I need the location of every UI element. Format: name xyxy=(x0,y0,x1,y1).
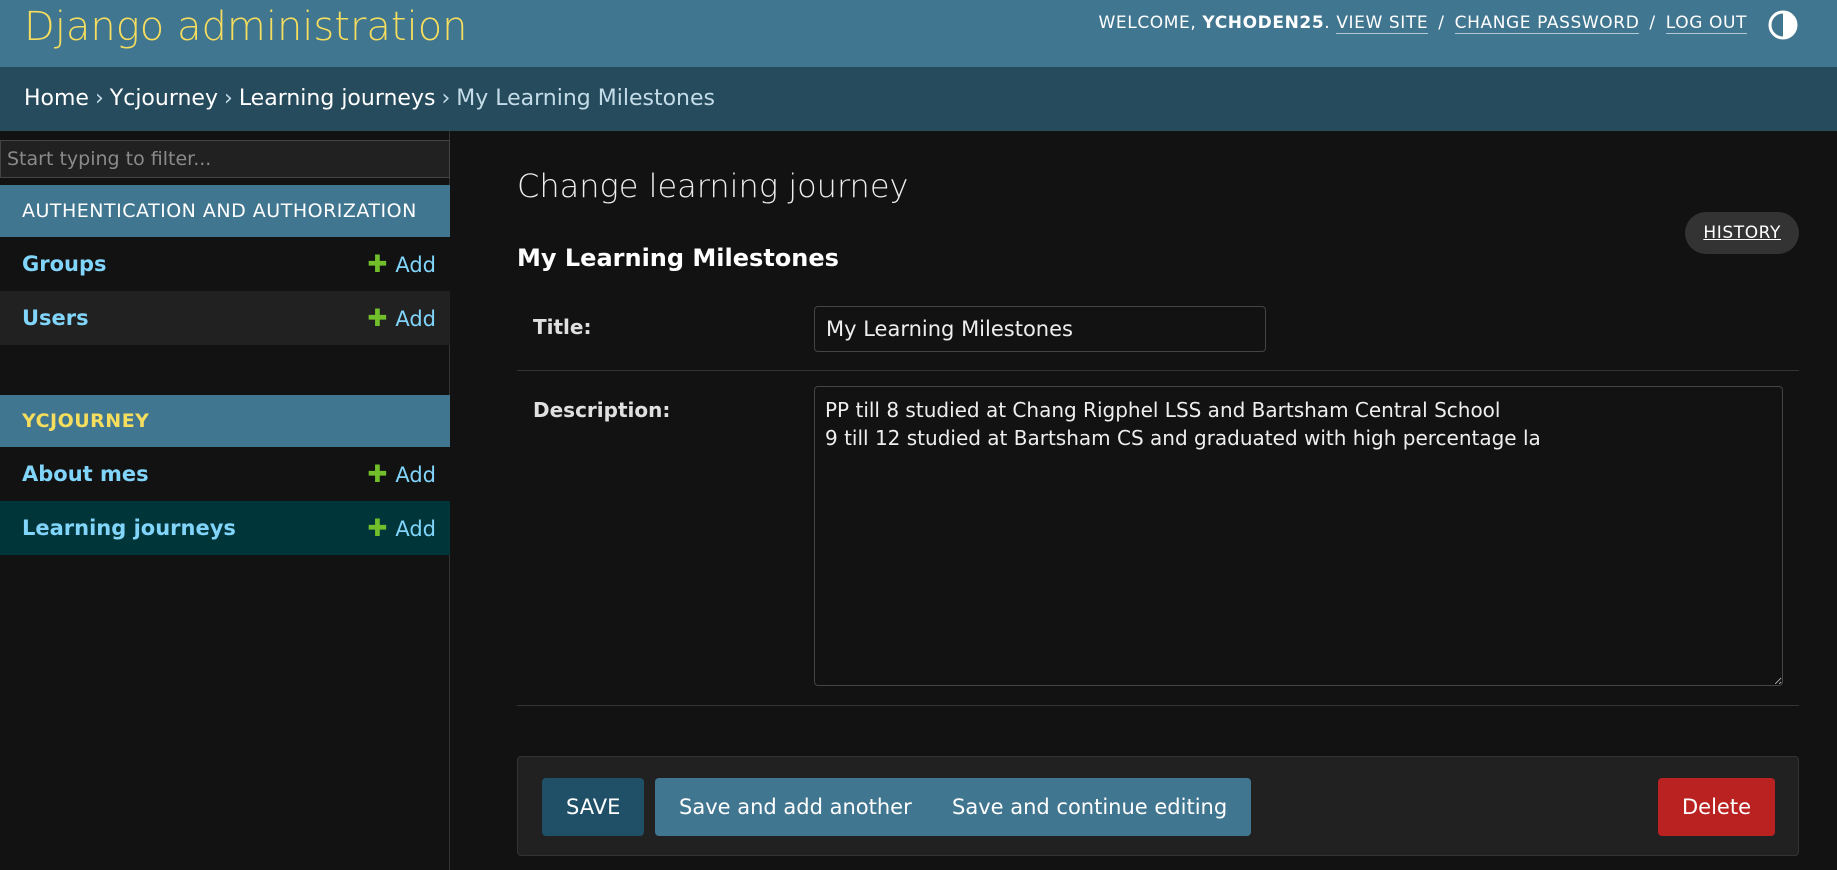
breadcrumb-current: My Learning Milestones xyxy=(456,86,715,111)
add-user-link[interactable]: ✚ Add xyxy=(367,291,436,346)
add-label: Add xyxy=(395,253,436,277)
plus-icon: ✚ xyxy=(367,514,388,542)
sidebar-item-label[interactable]: Groups xyxy=(22,237,107,291)
breadcrumb-separator: › xyxy=(441,86,451,111)
sidebar-item-about-mes: About mes ✚ Add xyxy=(0,447,450,501)
plus-icon: ✚ xyxy=(367,460,388,488)
save-and-continue-button[interactable]: Save and continue editing xyxy=(928,778,1252,836)
sidebar-item-users: Users ✚ Add xyxy=(0,291,450,345)
plus-icon: ✚ xyxy=(367,304,388,332)
breadcrumb-separator: › xyxy=(94,86,104,111)
plus-icon: ✚ xyxy=(367,250,388,278)
view-site-link[interactable]: VIEW SITE xyxy=(1336,13,1429,34)
title-label: Title: xyxy=(533,315,592,339)
add-label: Add xyxy=(395,307,436,331)
change-password-link[interactable]: CHANGE PASSWORD xyxy=(1454,13,1640,34)
description-field[interactable]: PP till 8 studied at Chang Rigphel LSS a… xyxy=(814,386,1783,686)
add-group-link[interactable]: ✚ Add xyxy=(367,237,436,292)
sidebar-item-label[interactable]: About mes xyxy=(22,447,149,501)
user-tools: WELCOME, YCHODEN25. VIEW SITE / CHANGE P… xyxy=(1098,13,1747,34)
breadcrumb-home[interactable]: Home xyxy=(24,86,89,111)
username: YCHODEN25 xyxy=(1202,13,1325,33)
add-about-me-link[interactable]: ✚ Add xyxy=(367,447,436,502)
separator: / xyxy=(1649,13,1656,33)
log-out-link[interactable]: LOG OUT xyxy=(1665,13,1747,34)
breadcrumb: Home › Ycjourney › Learning journeys › My Lear… xyxy=(0,67,1837,131)
nav-filter-input[interactable] xyxy=(0,140,450,178)
history-button[interactable]: HISTORY xyxy=(1685,212,1799,254)
object-name: My Learning Milestones xyxy=(517,244,839,272)
nav-sidebar: AUTHENTICATION AND AUTHORIZATION Groups … xyxy=(0,131,450,870)
sidebar-item-learning-journeys: Learning journeys ✚ Add xyxy=(0,501,450,555)
module-caption-ycjourney[interactable]: YCJOURNEY xyxy=(0,395,450,447)
sidebar-item-groups: Groups ✚ Add xyxy=(0,237,450,291)
welcome-text: WELCOME, xyxy=(1098,13,1197,33)
save-and-add-another-button[interactable]: Save and add another xyxy=(655,778,936,836)
add-learning-journey-link[interactable]: ✚ Add xyxy=(367,501,436,556)
sidebar-item-label[interactable]: Users xyxy=(22,291,89,345)
description-label: Description: xyxy=(533,398,671,422)
add-label: Add xyxy=(395,463,436,487)
sidebar-item-label[interactable]: Learning journeys xyxy=(22,501,236,555)
module-caption-auth[interactable]: AUTHENTICATION AND AUTHORIZATION xyxy=(0,185,450,237)
contrast-toggle-icon[interactable] xyxy=(1767,9,1799,41)
breadcrumb-ycjourney[interactable]: Ycjourney xyxy=(110,86,218,111)
submit-row: SAVE Save and add another Save and conti… xyxy=(517,756,1799,856)
site-branding[interactable]: Django administration xyxy=(24,2,468,52)
header: Django administration WELCOME, YCHODEN25… xyxy=(0,0,1837,67)
save-button[interactable]: SAVE xyxy=(542,778,645,836)
main-content: Change learning journey HISTORY My Learn… xyxy=(517,131,1799,870)
breadcrumb-learning-journeys[interactable]: Learning journeys xyxy=(239,86,436,111)
breadcrumb-separator: › xyxy=(224,86,233,111)
page-title: Change learning journey xyxy=(517,167,909,205)
title-field[interactable] xyxy=(814,306,1266,352)
separator: / xyxy=(1438,13,1445,33)
delete-button[interactable]: Delete xyxy=(1658,778,1775,836)
add-label: Add xyxy=(395,517,436,541)
